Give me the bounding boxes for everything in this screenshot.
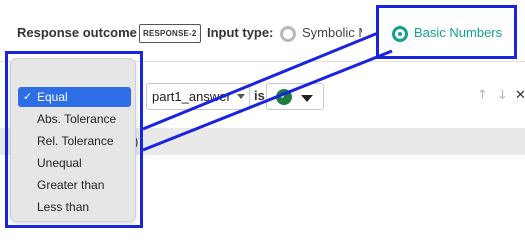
- variable-select[interactable]: part1_answer: [146, 83, 250, 110]
- checkmark-circle-icon: ✓: [276, 89, 292, 105]
- section-title: Response outcome: [17, 25, 137, 40]
- dropdown-highlight: [5, 51, 143, 228]
- chevron-down-icon: [237, 94, 245, 99]
- expected-value-select[interactable]: ✓: [266, 83, 324, 110]
- move-up-icon[interactable]: ↑: [477, 88, 488, 103]
- symbolic-math-label[interactable]: Symbolic Math: [302, 25, 362, 40]
- caret-down-icon: [301, 95, 313, 102]
- response-id-badge: RESPONSE-2: [139, 24, 201, 43]
- variable-select-value: part1_answer: [152, 89, 231, 104]
- symbolic-math-radio[interactable]: [280, 26, 296, 42]
- move-down-icon[interactable]: ↓: [497, 88, 508, 103]
- input-type-label: Input type:: [207, 25, 274, 40]
- basic-numbers-highlight: [376, 5, 517, 59]
- remove-condition-icon[interactable]: ✕: [515, 88, 525, 103]
- operator-label: is: [254, 88, 265, 103]
